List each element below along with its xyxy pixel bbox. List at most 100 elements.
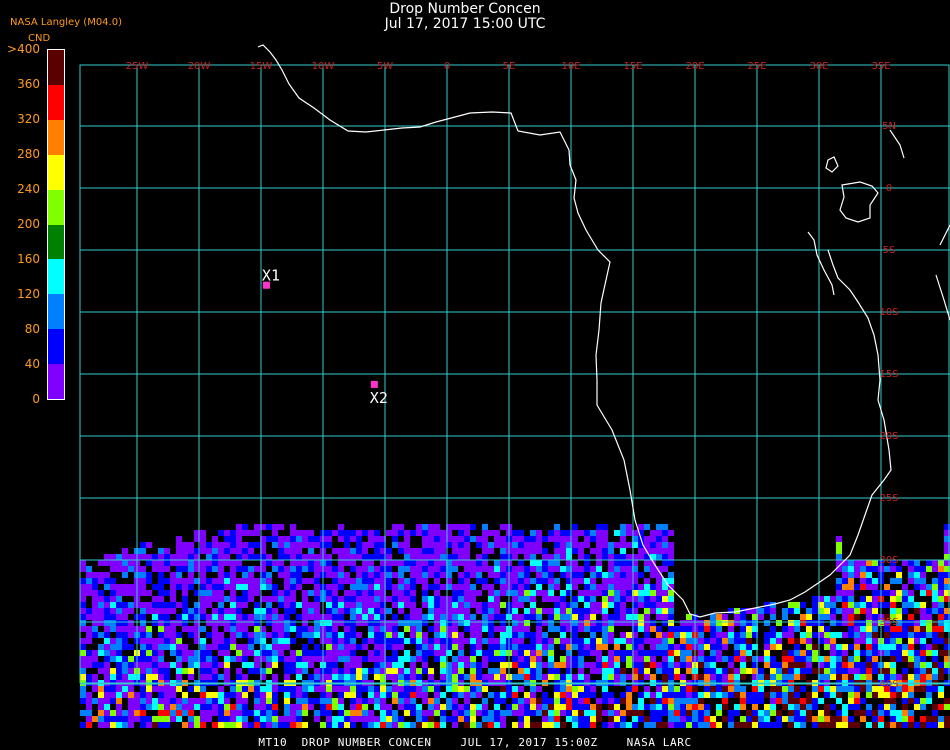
cloud-pixel [620,638,626,644]
cloud-pixel [584,578,590,584]
cloud-pixel [806,662,812,668]
cloud-pixel [890,662,896,668]
cloud-pixel [668,584,674,590]
cloud-pixel [248,722,254,728]
cloud-pixel [752,716,758,722]
cloud-pixel [350,584,356,590]
cloud-pixel [800,602,806,608]
cloud-pixel [536,668,542,674]
cloud-pixel [416,566,422,572]
cloud-pixel [854,584,860,590]
cloud-pixel [518,596,524,602]
cloud-pixel [104,704,110,710]
cloud-pixel [818,710,824,716]
cloud-pixel [902,560,908,566]
cloud-pixel [680,644,686,650]
cloud-pixel [824,626,830,632]
cloud-pixel [230,638,236,644]
cloud-pixel [458,548,464,554]
cloud-pixel [884,662,890,668]
cloud-pixel [344,656,350,662]
cloud-pixel [326,674,332,680]
cloud-pixel [212,566,218,572]
cloud-pixel [80,602,86,608]
cloud-pixel [482,710,488,716]
cloud-pixel [80,710,86,716]
cloud-pixel [854,710,860,716]
cloud-pixel [512,584,518,590]
cloud-pixel [920,638,926,644]
cloud-pixel [890,704,896,710]
cloud-pixel [578,608,584,614]
cloud-pixel [932,716,938,722]
cloud-pixel [110,656,116,662]
cloud-pixel [362,638,368,644]
cloud-pixel [770,668,776,674]
cloud-pixel [356,548,362,554]
cloud-pixel [338,536,344,542]
cloud-pixel [926,614,932,620]
cloud-pixel [434,524,440,530]
cloud-pixel [158,686,164,692]
map-canvas: 25W 20W 15W 10W 5W 0 5E 10E 15E 20E 25E 30E 35E5N05S… [79,44,950,728]
cloud-pixel [92,716,98,722]
cloud-pixel [554,596,560,602]
cloud-pixel [908,650,914,656]
cloud-pixel [548,650,554,656]
cloud-pixel [170,560,176,566]
cloud-pixel [758,710,764,716]
cloud-pixel [908,698,914,704]
cloud-pixel [662,704,668,710]
cloud-pixel [98,608,104,614]
cloud-pixel [500,716,506,722]
cloud-pixel [794,662,800,668]
cloud-pixel [608,602,614,608]
cloud-pixel [140,674,146,680]
cloud-pixel [488,644,494,650]
cloud-pixel [518,560,524,566]
cloud-pixel [470,686,476,692]
cloud-pixel [548,638,554,644]
cloud-pixel [830,650,836,656]
cloud-pixel [590,572,596,578]
cloud-pixel [392,638,398,644]
cloud-pixel [236,626,242,632]
cloud-pixel [368,620,374,626]
cloud-pixel [356,572,362,578]
cloud-pixel [422,686,428,692]
cloud-pixel [644,560,650,566]
cloud-pixel [248,578,254,584]
cloud-pixel [740,644,746,650]
cloud-pixel [116,656,122,662]
cloud-pixel [356,602,362,608]
cloud-pixel [698,710,704,716]
cloud-pixel [422,542,428,548]
cloud-pixel [674,656,680,662]
cloud-pixel [842,584,848,590]
cloud-pixel [236,554,242,560]
cloud-pixel [686,668,692,674]
cloud-pixel [128,626,134,632]
cloud-pixel [572,704,578,710]
cloud-pixel [374,566,380,572]
cloud-pixel [542,578,548,584]
cloud-pixel [716,644,722,650]
cloud-pixel [80,668,86,674]
cloud-pixel [434,704,440,710]
cloud-pixel [374,536,380,542]
cloud-pixel [728,638,734,644]
cloud-pixel [410,548,416,554]
cloud-pixel [104,692,110,698]
cloud-pixel [200,638,206,644]
cloud-pixel [926,650,932,656]
cloud-pixel [662,608,668,614]
cloud-pixel [116,584,122,590]
cloud-pixel [794,710,800,716]
cloud-pixel [728,710,734,716]
cloud-pixel [242,530,248,536]
cloud-pixel [644,674,650,680]
cloud-pixel [872,590,878,596]
cloud-pixel [626,524,632,530]
cloud-pixel [260,716,266,722]
cloud-pixel [86,710,92,716]
